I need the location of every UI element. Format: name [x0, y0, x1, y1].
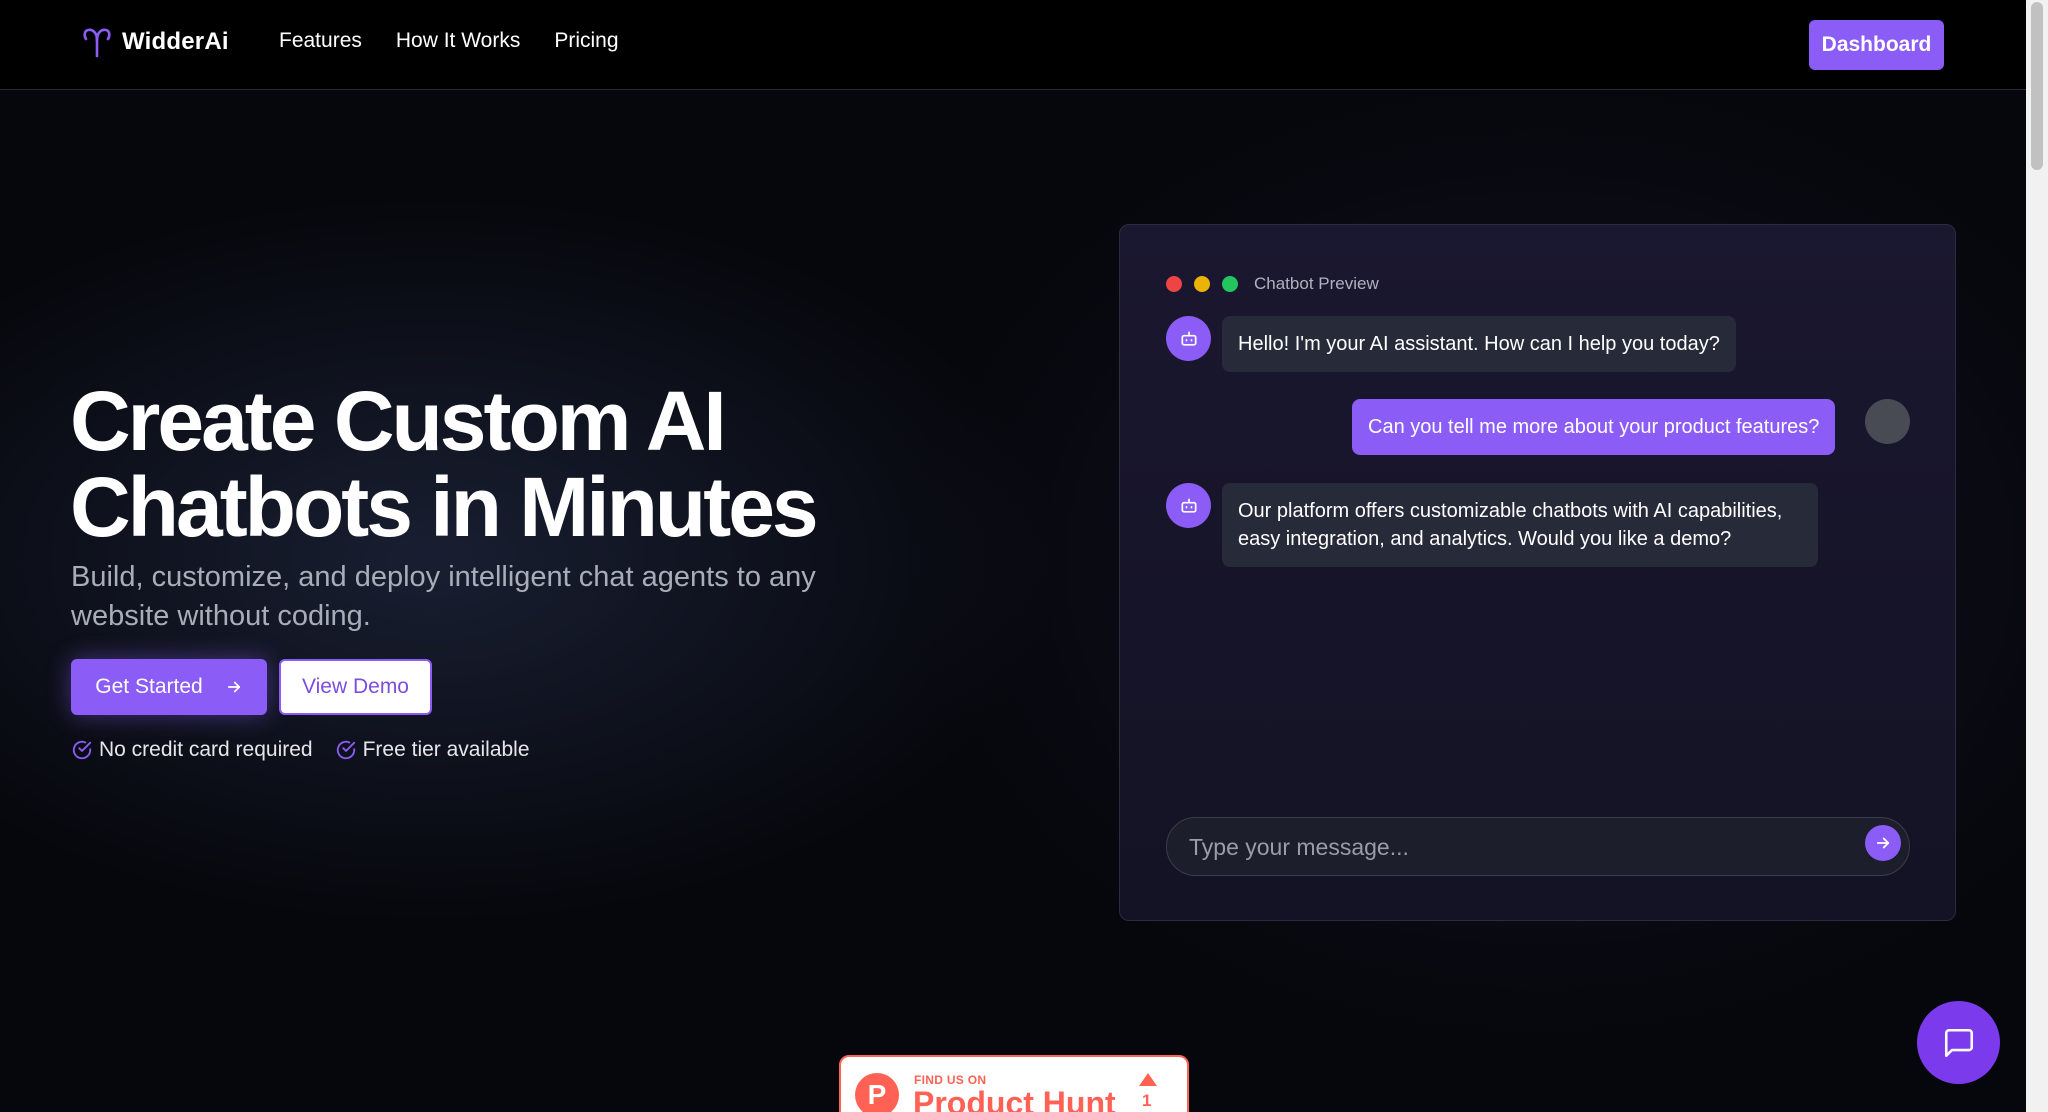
get-started-label: Get Started [95, 675, 203, 698]
maximize-dot [1222, 276, 1238, 292]
product-hunt-logo-icon: P [855, 1073, 899, 1112]
chat-launcher-button[interactable] [1917, 1001, 2000, 1084]
perks-list: No credit card required Free tier availa… [71, 738, 530, 762]
preview-label: Chatbot Preview [1254, 274, 1379, 293]
bot-avatar [1166, 483, 1211, 528]
scrollbar-thumb[interactable] [2031, 2, 2043, 170]
send-arrow-icon [1876, 837, 1890, 849]
product-hunt-badge[interactable]: P FIND US ON Product Hunt 1 [839, 1055, 1189, 1112]
nav-link-how-it-works[interactable]: How It Works [396, 29, 520, 53]
hero-subtitle: Build, customize, and deploy intelligent… [71, 561, 816, 632]
check-circle-icon [72, 740, 92, 760]
message-square-icon [1944, 1028, 1973, 1057]
bot-avatar [1166, 316, 1211, 361]
perk-item: No credit card required [71, 738, 313, 762]
nav-link-features[interactable]: Features [279, 29, 362, 53]
hero-title: Create Custom AI Chatbots in Minutes [70, 378, 1050, 550]
top-nav: WidderAi Features How It Works Pricing D… [0, 0, 2026, 90]
nav-links: Features How It Works Pricing [279, 29, 619, 53]
cta-row: Get Started View Demo [71, 659, 432, 715]
get-started-button[interactable]: Get Started [71, 659, 267, 715]
dashboard-button[interactable]: Dashboard [1809, 20, 1944, 70]
perk-item: Free tier available [335, 738, 530, 762]
arrow-right-icon [227, 681, 240, 693]
page-scrollbar[interactable] [2026, 0, 2048, 1112]
send-button[interactable] [1865, 825, 1901, 861]
bot-icon [1181, 331, 1196, 346]
chat-message-bot: Our platform offers customizable chatbot… [1222, 483, 1818, 567]
chat-message-input[interactable] [1189, 830, 1829, 864]
aries-icon [83, 28, 111, 58]
bot-icon [1181, 498, 1196, 513]
chat-message-bot: Hello! I'm your AI assistant. How can I … [1222, 316, 1736, 372]
perk-label: No credit card required [99, 738, 313, 761]
upvote-triangle-icon [1139, 1073, 1157, 1086]
perk-label: Free tier available [362, 738, 530, 761]
chatbot-preview: Chatbot Preview Hello! I'm your AI assis… [1119, 224, 1956, 921]
hero-title-line-1: Create Custom AI [70, 374, 727, 468]
brand-logo[interactable]: WidderAi [82, 26, 229, 58]
landing-page: WidderAi Features How It Works Pricing D… [0, 0, 2026, 1112]
product-hunt-name: Product Hunt [913, 1085, 1116, 1112]
check-circle-icon [336, 740, 355, 760]
window-controls: Chatbot Preview [1166, 274, 1379, 294]
brand-name: WidderAi [122, 28, 229, 55]
user-avatar [1865, 399, 1910, 444]
chat-input-box [1166, 817, 1910, 876]
minimize-dot [1194, 276, 1210, 292]
chat-message-user: Can you tell me more about your product … [1352, 399, 1836, 455]
close-dot [1166, 276, 1182, 292]
upvote-count: 1 [1142, 1091, 1152, 1110]
nav-link-pricing[interactable]: Pricing [554, 29, 618, 53]
view-demo-button[interactable]: View Demo [279, 659, 432, 715]
hero-title-line-2: Chatbots in Minutes [70, 460, 819, 554]
